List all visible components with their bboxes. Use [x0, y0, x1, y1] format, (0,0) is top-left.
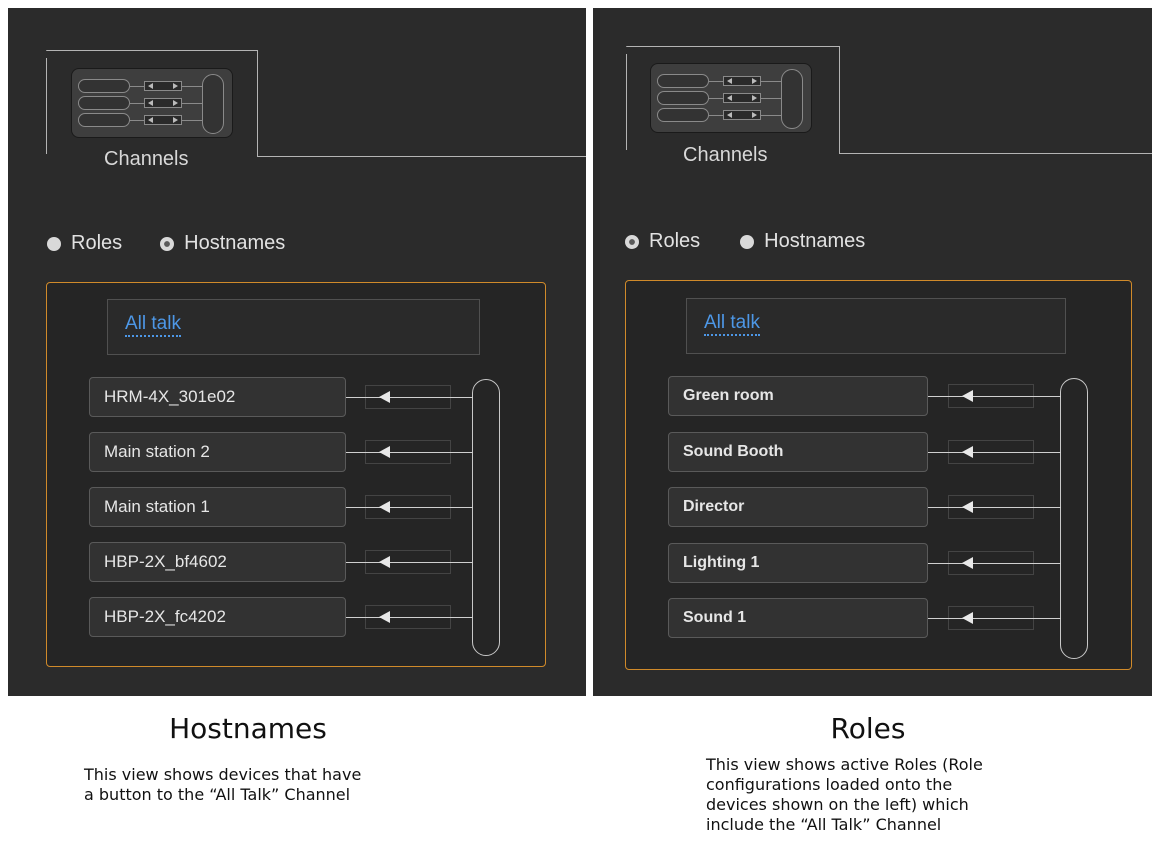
device-button[interactable]: Lighting 1: [668, 542, 928, 583]
talk-arrow-icon: [379, 391, 390, 403]
channels-icon: [650, 63, 812, 133]
roles-radio[interactable]: Roles: [47, 232, 122, 255]
connector-line: [346, 452, 473, 453]
connector-line: [346, 507, 473, 508]
hostnames-caption-title: Hostnames: [169, 712, 327, 745]
channel-panel: All talk HRM-4X_301e02 Main station 2 Main…: [46, 282, 546, 667]
channel-name-field: All talk: [107, 299, 480, 355]
radio-checked-icon: [160, 236, 175, 251]
connector-line: [346, 562, 473, 563]
device-button[interactable]: Sound Booth: [668, 431, 928, 472]
roles-panel: Channels Roles Hostnames All talk Green …: [593, 8, 1152, 696]
talk-arrow-icon: [379, 501, 390, 513]
hostnames-radio[interactable]: Hostnames: [160, 232, 285, 255]
view-radio-group: Roles Hostnames: [625, 230, 865, 253]
talk-arrow-icon: [962, 556, 973, 569]
hostnames-radio-label: Hostnames: [184, 232, 286, 254]
device-button[interactable]: Main station 1: [89, 487, 346, 527]
talk-arrow-icon: [379, 446, 390, 458]
talk-arrow-icon: [962, 501, 973, 513]
talk-arrow-icon: [962, 612, 973, 624]
hostnames-caption-text: This view shows devices that have a butt…: [84, 765, 362, 804]
channel-bus-bar: [1060, 378, 1088, 659]
talk-arrow-icon: [962, 390, 973, 402]
channel-name-link[interactable]: All talk: [704, 312, 760, 336]
device-button[interactable]: HBP-2X_fc4202: [89, 597, 346, 637]
device-button[interactable]: Main station 2: [89, 432, 346, 472]
device-button[interactable]: HBP-2X_bf4602: [89, 542, 346, 582]
connector-line: [928, 562, 1061, 564]
roles-radio-label: Roles: [649, 230, 701, 252]
roles-radio[interactable]: Roles: [625, 230, 700, 253]
channel-panel: All talk Green room Sound Booth Director Li…: [625, 280, 1132, 670]
device-button[interactable]: HRM-4X_301e02: [89, 377, 346, 417]
radio-unchecked-icon: [740, 234, 755, 249]
roles-radio-label: Roles: [71, 232, 123, 254]
radio-unchecked-icon: [47, 236, 61, 251]
radio-checked-icon: [625, 234, 639, 249]
connector-line: [928, 396, 1061, 397]
hostnames-panel: Channels Roles Hostnames All talk HRM-4X…: [8, 8, 586, 696]
roles-caption-title: Roles: [830, 712, 906, 745]
roles-caption-text: This view shows active Roles (Role confi…: [706, 755, 983, 834]
connector-line: [928, 451, 1061, 453]
channel-bus-bar: [472, 379, 500, 656]
hostnames-radio[interactable]: Hostnames: [740, 230, 865, 253]
device-button[interactable]: Sound 1: [668, 598, 928, 638]
tab-label: Channels: [683, 144, 768, 166]
connector-line: [346, 617, 473, 618]
hostnames-radio-label: Hostnames: [764, 230, 866, 252]
device-button[interactable]: Director: [668, 487, 928, 527]
channel-name-field: All talk: [686, 298, 1066, 354]
connector-line: [928, 507, 1061, 508]
talk-arrow-icon: [379, 556, 390, 568]
connector-line: [346, 397, 473, 398]
tab-outline: [46, 58, 47, 154]
connector-line: [928, 618, 1061, 619]
tab-label: Channels: [104, 148, 189, 170]
talk-arrow-icon: [379, 611, 390, 623]
talk-arrow-icon: [962, 445, 973, 458]
channels-icon: [71, 68, 233, 138]
view-radio-group: Roles Hostnames: [47, 232, 285, 255]
channel-name-link[interactable]: All talk: [125, 313, 181, 337]
device-button[interactable]: Green room: [668, 376, 928, 416]
